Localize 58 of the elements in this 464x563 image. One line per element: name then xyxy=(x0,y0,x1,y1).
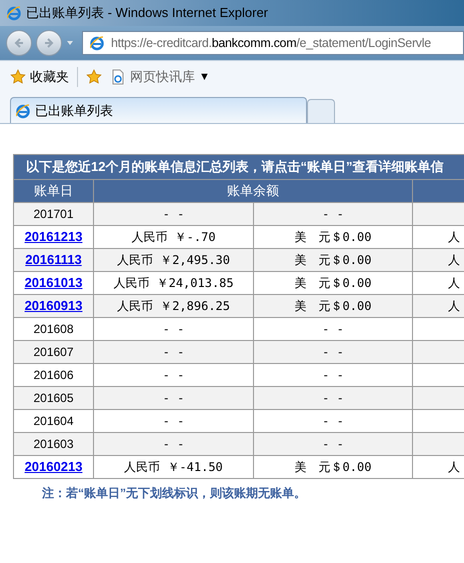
rmb-balance: - - xyxy=(162,322,184,336)
add-favorite-star-icon xyxy=(86,69,102,85)
back-arrow-icon xyxy=(13,37,25,49)
rmb-balance: - - xyxy=(162,368,184,382)
usd-balance: - - xyxy=(322,207,344,221)
ie-logo-icon xyxy=(6,5,22,21)
table-cell: 人 xyxy=(448,230,460,244)
rmb-balance: - - xyxy=(162,437,184,451)
ie-logo-icon xyxy=(15,102,31,118)
usd-balance: 美 元＄0.00 xyxy=(294,276,372,290)
browser-tab[interactable] xyxy=(307,99,335,123)
rmb-balance: - - xyxy=(162,391,184,405)
table-cell: 人 xyxy=(448,276,460,290)
forward-arrow-icon xyxy=(43,37,55,49)
table-cell: 人 xyxy=(448,460,460,474)
rmb-balance: - - xyxy=(162,345,184,359)
favorites-button[interactable]: 收藏夹 xyxy=(10,67,69,87)
star-icon xyxy=(10,69,26,85)
table-cell: 人 xyxy=(448,253,460,267)
rmb-balance: - - xyxy=(162,414,184,428)
rmb-balance: 人民币 ￥2,495.30 xyxy=(116,253,230,267)
window-title: 已出账单列表 - Windows Internet Explorer xyxy=(26,4,268,22)
back-button[interactable] xyxy=(6,30,32,56)
usd-balance: - - xyxy=(322,437,344,451)
forward-button[interactable] xyxy=(36,30,62,56)
usd-balance: - - xyxy=(322,322,344,336)
statement-month: 201608 xyxy=(33,322,74,336)
table-cell: 人 xyxy=(448,299,460,313)
column-header: 账单余额 xyxy=(227,183,279,198)
statement-month: 201606 xyxy=(33,368,74,382)
rmb-balance: 人民币 ￥2,896.25 xyxy=(116,299,230,313)
dropdown-caret-icon[interactable] xyxy=(66,39,74,47)
browser-tab[interactable]: 已出账单列表 xyxy=(10,97,307,123)
usd-balance: - - xyxy=(322,345,344,359)
rmb-balance: 人民币 ￥-.70 xyxy=(131,230,216,244)
usd-balance: 美 元＄0.00 xyxy=(294,230,372,244)
address-field[interactable]: https://e-creditcard.bankcomm.com/e_statement/LoginServle xyxy=(82,31,464,55)
rmb-balance: 人民币 ￥-41.50 xyxy=(124,460,223,474)
table-caption: 以下是您近12个月的账单信息汇总列表，请点击“账单日”查看详细账单信 xyxy=(26,159,444,174)
statement-month: 201607 xyxy=(33,345,74,359)
usd-balance: - - xyxy=(322,391,344,405)
statement-month: 201603 xyxy=(33,437,74,451)
rmb-balance: - - xyxy=(162,207,184,221)
note-text: 注：若“账单日”无下划线标识，则该账期无账单。 xyxy=(42,485,306,502)
statement-month: 201604 xyxy=(33,414,74,428)
url-text: https://e-creditcard.bankcomm.com/e_statement/LoginServle xyxy=(111,34,431,52)
usd-balance: - - xyxy=(322,368,344,382)
statement-month: 201605 xyxy=(33,391,74,405)
usd-balance: 美 元＄0.00 xyxy=(294,460,372,474)
statement-month: 201701 xyxy=(33,207,74,221)
rmb-balance: 人民币 ￥24,013.85 xyxy=(113,276,234,290)
page-icon xyxy=(110,69,126,85)
usd-balance: - - xyxy=(322,414,344,428)
usd-balance: 美 元＄0.00 xyxy=(294,299,372,313)
ie-logo-icon xyxy=(89,35,105,51)
web-slice-gallery-button[interactable]: 网页快讯库 ▼ xyxy=(110,67,210,87)
column-header: 账单日 xyxy=(34,183,73,198)
usd-balance: 美 元＄0.00 xyxy=(294,253,372,267)
